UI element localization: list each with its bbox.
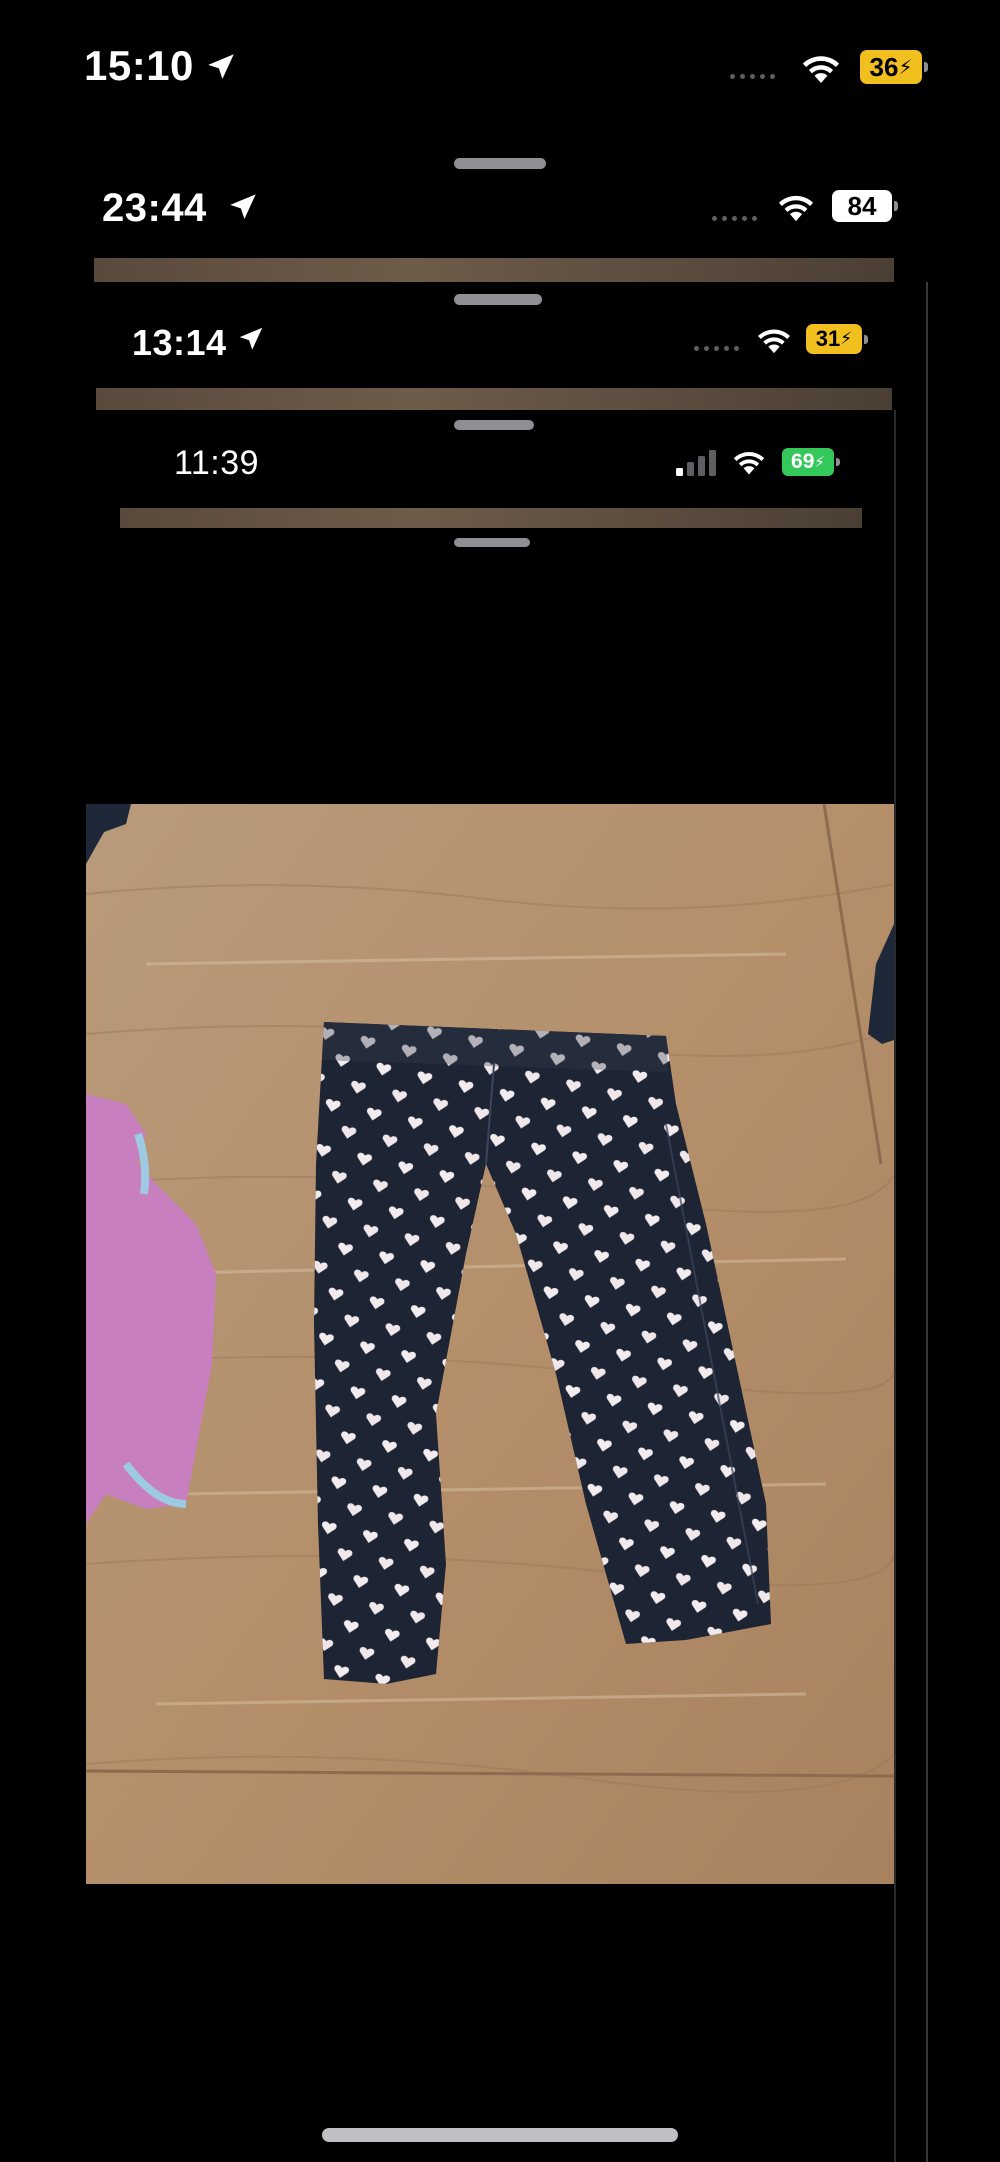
product-photo[interactable] xyxy=(86,804,894,1884)
lightning-bolt-icon: ⚡ xyxy=(898,56,913,79)
location-arrow-icon xyxy=(208,54,234,80)
cellular-signal-icon xyxy=(676,450,716,476)
wifi-icon xyxy=(802,56,840,84)
battery-icon: 84 xyxy=(832,190,898,222)
location-arrow-icon xyxy=(230,194,256,220)
status-time-2: 23:44 xyxy=(102,186,207,230)
wifi-icon xyxy=(778,195,814,222)
status-time-3: 13:14 xyxy=(132,322,227,363)
lightning-bolt-icon: ⚡ xyxy=(814,454,825,471)
battery-level: 36 xyxy=(869,51,899,82)
home-indicator[interactable] xyxy=(322,2128,678,2142)
lightning-bolt-icon: ⚡ xyxy=(840,329,853,348)
battery-icon: 31 ⚡ xyxy=(806,324,868,354)
cellular-signal-icon xyxy=(694,346,739,351)
battery-icon: 36 ⚡ xyxy=(860,50,928,84)
location-arrow-icon xyxy=(239,327,263,350)
sheet-edge-1 xyxy=(94,258,894,282)
status-time-4: 11:39 xyxy=(174,444,260,482)
battery-icon: 69 ⚡ xyxy=(782,448,840,476)
sheet-grabber-3[interactable] xyxy=(454,420,534,430)
sheet-grabber-4[interactable] xyxy=(454,538,530,547)
wifi-icon xyxy=(758,329,790,354)
sheet-edge-2 xyxy=(96,388,892,410)
sheet-edge-3 xyxy=(120,508,862,528)
battery-level: 69 xyxy=(791,450,815,473)
sheet-border-right-inner xyxy=(894,410,896,2162)
status-time-1: 15:10 xyxy=(84,42,194,89)
sheet-border-right xyxy=(926,282,928,2162)
sheet-grabber-1[interactable] xyxy=(454,158,546,169)
cellular-signal-icon xyxy=(730,74,775,79)
wifi-icon xyxy=(733,451,765,475)
cellular-signal-icon xyxy=(712,216,757,221)
sheet-grabber-2[interactable] xyxy=(454,294,542,305)
battery-level: 31 xyxy=(815,326,841,351)
battery-level: 84 xyxy=(847,190,877,221)
